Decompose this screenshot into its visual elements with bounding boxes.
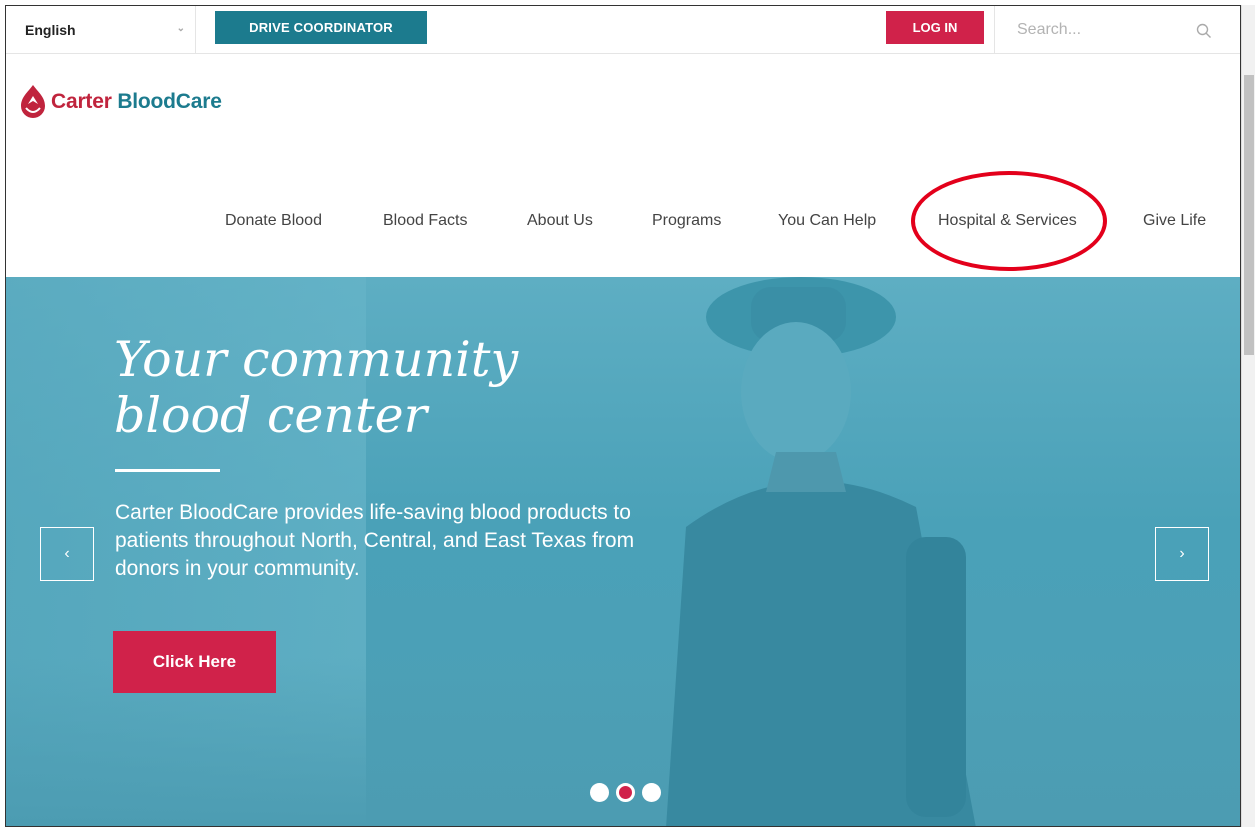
- logo-bloodcare-text: BloodCare: [117, 90, 222, 113]
- chevron-right-icon: ›: [1179, 545, 1185, 562]
- hero-divider: [115, 469, 220, 472]
- carousel-next-button[interactable]: ›: [1155, 527, 1209, 581]
- nav-donate-blood[interactable]: Donate Blood: [225, 212, 322, 230]
- drive-coordinator-button[interactable]: DRIVE COORDINATOR: [215, 11, 427, 44]
- nav-give-life[interactable]: Give Life: [1143, 212, 1206, 230]
- nav-you-can-help[interactable]: You Can Help: [778, 212, 876, 230]
- carousel-dots: [590, 783, 661, 802]
- browser-viewport: English ⌄ DRIVE COORDINATOR LOG IN Carte…: [5, 5, 1241, 827]
- nav-about-us[interactable]: About Us: [527, 212, 593, 230]
- search-icon[interactable]: [1196, 23, 1212, 39]
- hero-person-image: [666, 277, 976, 826]
- hero-description: Carter BloodCare provides life-saving bl…: [115, 501, 635, 580]
- chevron-left-icon: ‹: [64, 545, 70, 562]
- nav-blood-facts[interactable]: Blood Facts: [383, 212, 467, 230]
- top-bar: English ⌄ DRIVE COORDINATOR LOG IN: [6, 6, 1240, 54]
- carousel-dot-1[interactable]: [590, 783, 609, 802]
- nav-programs[interactable]: Programs: [652, 212, 721, 230]
- search-input[interactable]: [995, 6, 1224, 54]
- login-button[interactable]: LOG IN: [886, 11, 984, 44]
- site-logo[interactable]: Carter BloodCare: [19, 84, 222, 120]
- logo-carter-text: Carter: [51, 90, 112, 113]
- hero-title-line2: blood center: [114, 387, 428, 444]
- blood-drop-logo-icon: [21, 85, 45, 118]
- carousel-dot-2[interactable]: [616, 783, 635, 802]
- vertical-scrollbar[interactable]: [1241, 5, 1255, 827]
- main-nav: Donate Blood Blood Facts About Us Progra…: [6, 212, 1240, 236]
- carousel-prev-button[interactable]: ‹: [40, 527, 94, 581]
- scrollbar-thumb[interactable]: [1244, 75, 1254, 355]
- language-select-value: English: [25, 22, 76, 38]
- click-here-button[interactable]: Click Here: [113, 631, 276, 693]
- carousel-dot-3[interactable]: [642, 783, 661, 802]
- chevron-down-icon: ⌄: [176, 23, 185, 34]
- search-box: [994, 6, 1224, 54]
- hero-carousel: Your community blood center Carter Blood…: [6, 277, 1240, 826]
- hero-title-line1: Your community: [114, 331, 519, 388]
- hero-title: Your community blood center: [114, 332, 674, 444]
- language-select[interactable]: English ⌄: [6, 6, 196, 54]
- nav-hospital-services[interactable]: Hospital & Services: [938, 212, 1077, 230]
